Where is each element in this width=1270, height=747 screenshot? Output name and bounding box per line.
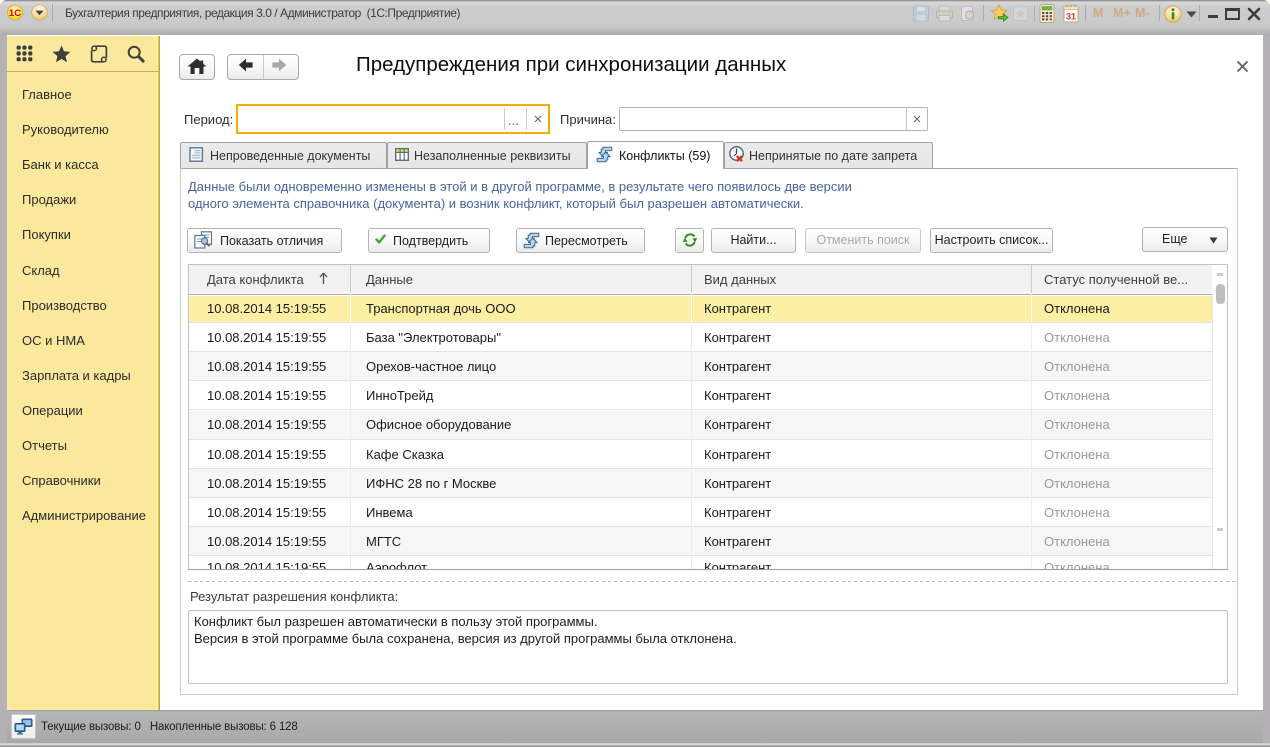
svg-text:31: 31 (1066, 12, 1076, 22)
svg-text:1C: 1C (9, 8, 21, 19)
